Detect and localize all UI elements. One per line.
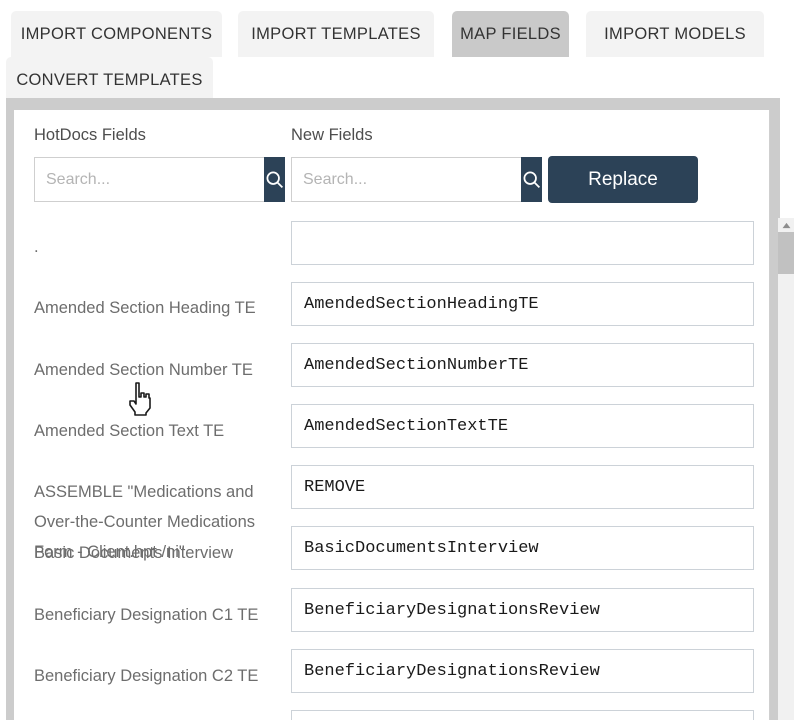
new-fields-search-input[interactable] xyxy=(291,157,521,202)
replace-button[interactable]: Replace xyxy=(548,156,698,203)
hotdocs-field-item[interactable]: Amended Section Text TE xyxy=(34,416,266,446)
tab-import-models[interactable]: IMPORT MODELS xyxy=(586,11,764,57)
new-field-row xyxy=(291,465,754,509)
hotdocs-search-input[interactable] xyxy=(34,157,264,202)
new-field-list xyxy=(291,210,758,720)
new-field-row xyxy=(291,282,754,326)
hotdocs-fields-heading: HotDocs Fields xyxy=(34,126,146,144)
new-fields-search-button[interactable] xyxy=(521,157,542,202)
new-field-input[interactable] xyxy=(291,404,754,448)
search-icon xyxy=(266,171,283,188)
triangle-up-icon xyxy=(782,222,790,228)
new-field-input[interactable] xyxy=(291,465,754,509)
scrollbar-thumb[interactable] xyxy=(778,232,794,274)
new-field-row xyxy=(291,343,754,387)
new-field-row xyxy=(291,221,754,265)
new-field-row xyxy=(291,588,754,632)
new-field-row xyxy=(291,404,754,448)
new-field-row xyxy=(291,710,754,720)
hotdocs-field-item[interactable]: Beneficiary Designation C2 TE xyxy=(34,661,266,691)
new-field-input[interactable] xyxy=(291,588,754,632)
tab-label: IMPORT MODELS xyxy=(604,24,746,43)
tab-bar: IMPORT COMPONENTS IMPORT TEMPLATES MAP F… xyxy=(0,0,794,103)
tab-map-fields[interactable]: MAP FIELDS xyxy=(452,11,569,57)
new-field-input[interactable] xyxy=(291,282,754,326)
new-field-row xyxy=(291,526,754,570)
vertical-scrollbar[interactable] xyxy=(778,218,794,720)
hotdocs-field-item[interactable]: Basic Documents Interview xyxy=(34,538,266,568)
new-fields-heading: New Fields xyxy=(291,126,373,144)
hotdocs-field-list: . Amended Section Heading TE Amended Secti… xyxy=(34,210,279,720)
new-field-input[interactable] xyxy=(291,221,754,265)
hotdocs-field-item[interactable]: Amended Section Heading TE xyxy=(34,293,266,323)
tab-label: CONVERT TEMPLATES xyxy=(16,70,203,89)
field-mapping-lists: . Amended Section Heading TE Amended Secti… xyxy=(14,210,769,720)
scroll-up-button[interactable] xyxy=(778,218,794,232)
hotdocs-search-button[interactable] xyxy=(264,157,285,202)
hotdocs-field-item[interactable]: Amended Section Number TE xyxy=(34,355,266,385)
tab-import-templates[interactable]: IMPORT TEMPLATES xyxy=(238,11,434,57)
tab-label: IMPORT COMPONENTS xyxy=(20,24,213,43)
hotdocs-field-item[interactable]: Beneficiary Designation C1 TE xyxy=(34,600,266,630)
new-field-input[interactable] xyxy=(291,710,754,720)
search-icon xyxy=(523,171,540,188)
tab-label: IMPORT TEMPLATES xyxy=(251,24,421,43)
new-field-row xyxy=(291,649,754,693)
hotdocs-field-item[interactable]: . xyxy=(34,232,266,262)
tab-convert-templates[interactable]: CONVERT TEMPLATES xyxy=(6,57,213,103)
hotdocs-search-group xyxy=(34,157,285,202)
new-field-input[interactable] xyxy=(291,526,754,570)
tab-strip-divider xyxy=(6,98,780,110)
new-field-input[interactable] xyxy=(291,343,754,387)
new-fields-search-group xyxy=(291,157,542,202)
tab-import-components[interactable]: IMPORT COMPONENTS xyxy=(11,11,222,57)
new-field-input[interactable] xyxy=(291,649,754,693)
tab-label: MAP FIELDS xyxy=(460,24,561,43)
map-fields-panel: HotDocs Fields New Fields Replace . Amend… xyxy=(14,110,770,720)
